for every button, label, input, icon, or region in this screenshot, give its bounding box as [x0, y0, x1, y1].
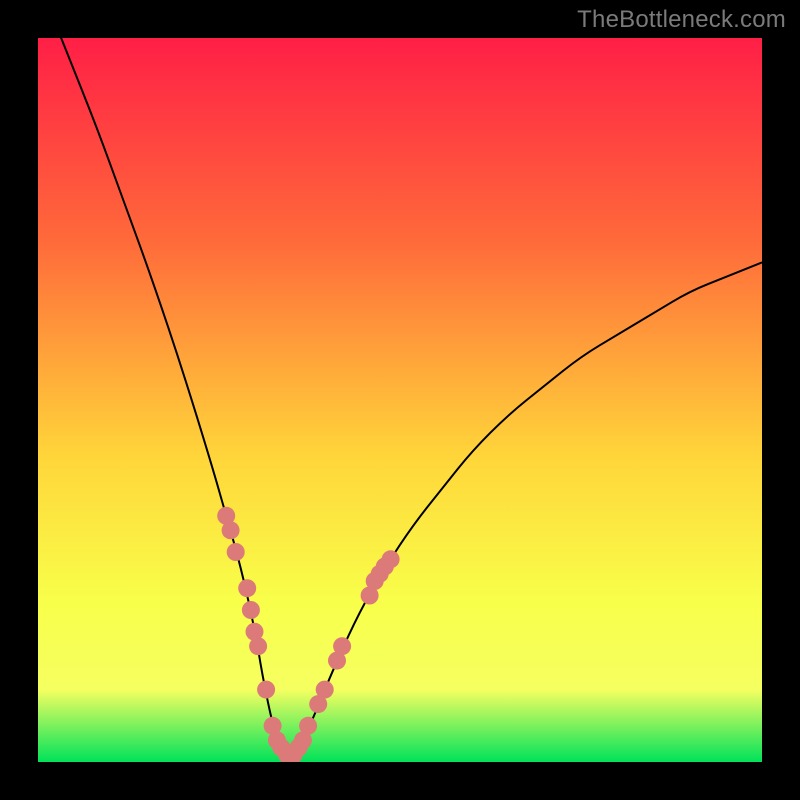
scatter-dot	[242, 601, 260, 619]
plot-area	[38, 38, 762, 762]
chart-svg	[38, 38, 762, 762]
scatter-dot	[299, 717, 317, 735]
scatter-dot	[316, 681, 334, 699]
scatter-dot	[222, 521, 240, 539]
gradient-background	[38, 38, 762, 762]
scatter-dot	[249, 637, 267, 655]
attribution-text: TheBottleneck.com	[577, 6, 786, 34]
scatter-dot	[227, 543, 245, 561]
scatter-dot	[238, 579, 256, 597]
scatter-dot	[257, 681, 275, 699]
scatter-dot	[382, 550, 400, 568]
scatter-dot	[333, 637, 351, 655]
frame: TheBottleneck.com	[0, 0, 800, 800]
